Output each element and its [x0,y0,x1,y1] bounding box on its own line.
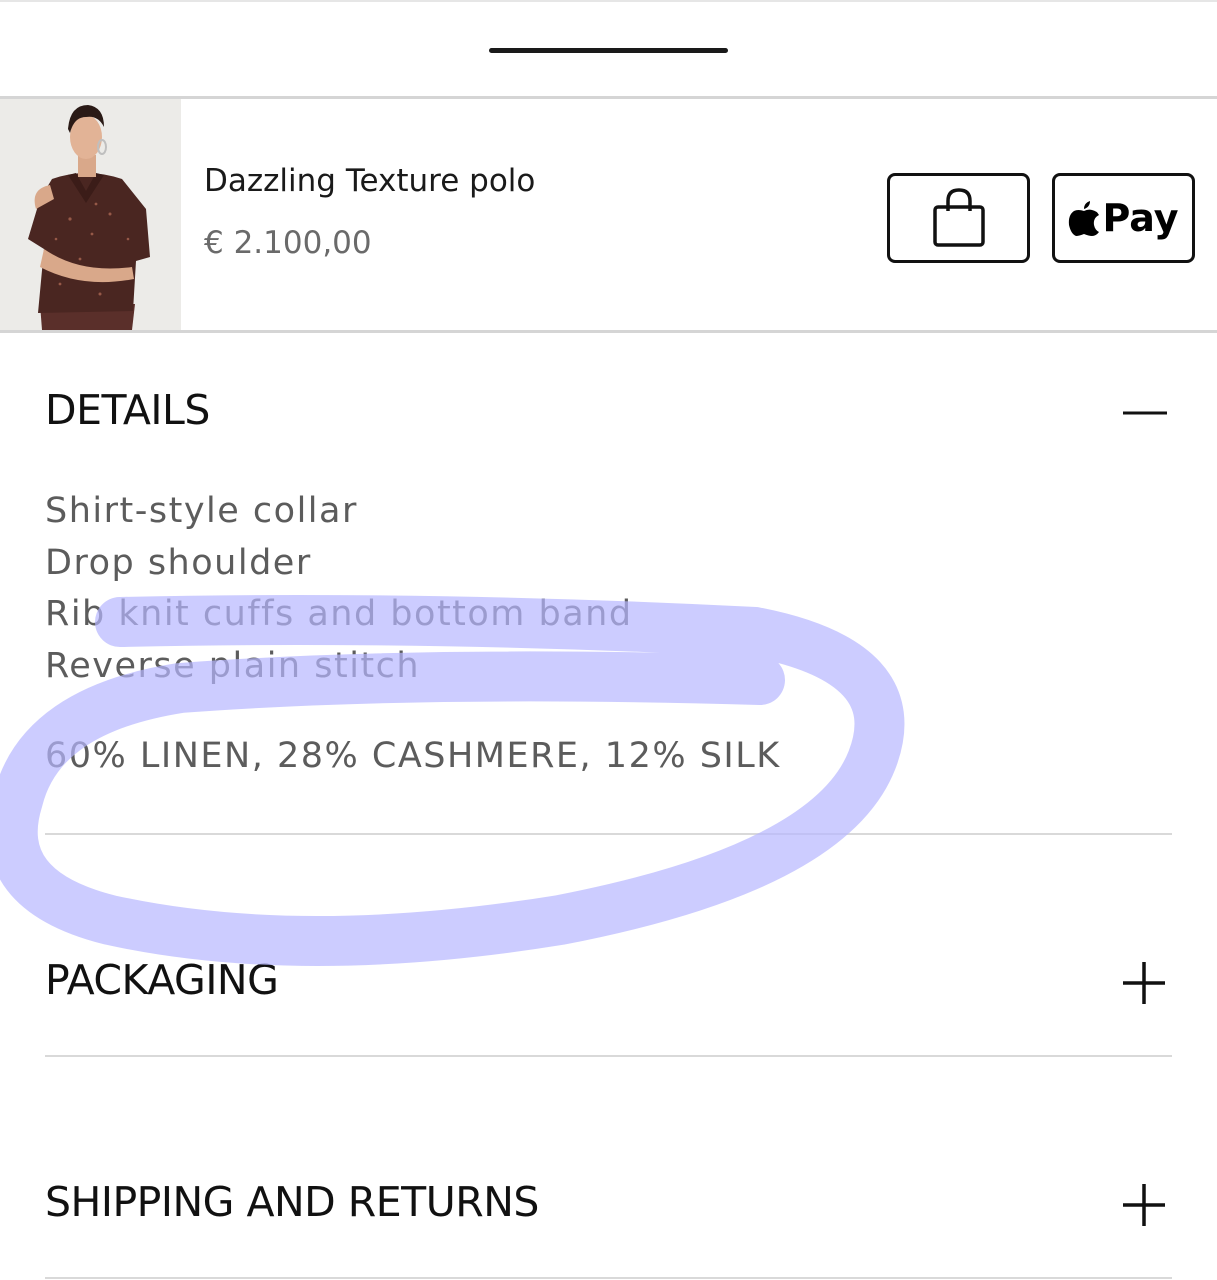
list-item: Reverse plain stitch [45,645,421,686]
add-to-bag-button[interactable] [887,173,1030,263]
product-price: € 2.100,00 [204,225,372,261]
shopping-bag-icon [932,188,985,247]
section-title-packaging[interactable]: PACKAGING [45,956,279,1004]
divider [45,1277,1172,1279]
apple-logo-icon [1069,201,1100,236]
apple-pay-label: Pay [1102,196,1179,240]
list-item: Shirt-style collar [45,491,358,531]
divider [45,833,1172,835]
section-title-details[interactable]: DETAILS [45,386,210,434]
sheet-grabber-handle[interactable] [489,48,728,53]
list-item: Drop shoulder [45,542,312,583]
sheet-header [0,0,1217,96]
material-composition: 60% LINEN, 28% CASHMERE, 12% SILK [45,736,781,776]
product-name: Dazzling Texture polo [204,163,536,199]
list-item: Rib knit cuffs and bottom band [45,594,633,634]
plus-icon[interactable] [1121,1182,1167,1228]
divider [45,1055,1172,1057]
section-title-shipping-and-returns[interactable]: SHIPPING AND RETURNS [45,1178,539,1226]
model-wearing-polo-image [0,99,181,330]
minus-icon[interactable] [1121,390,1167,436]
plus-icon[interactable] [1121,960,1167,1006]
product-summary-bar: Dazzling Texture polo € 2.100,00 Pay [0,96,1217,333]
details-feature-list: Shirt-style collar Drop shoulder Rib kni… [45,486,633,692]
product-thumbnail[interactable] [0,99,181,330]
apple-pay-button[interactable]: Pay [1052,173,1195,263]
